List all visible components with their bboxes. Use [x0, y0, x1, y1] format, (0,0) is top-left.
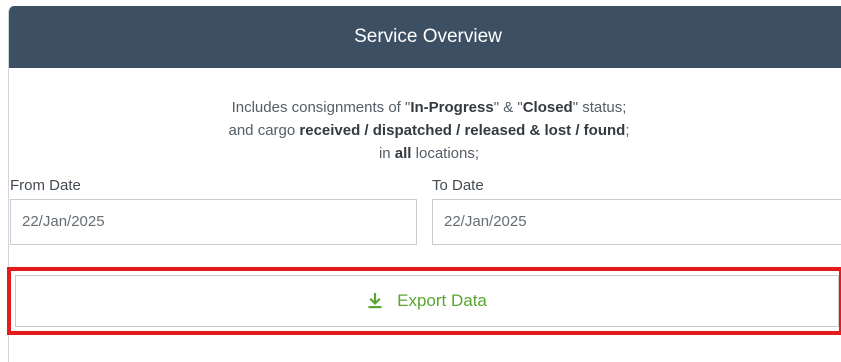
info-text-segment: in — [378, 145, 395, 162]
info-text-segment: " & " — [493, 99, 523, 116]
info-text-segment: ; — [625, 122, 630, 139]
to-date-label: To Date — [432, 177, 484, 194]
locations-scope: all — [394, 145, 412, 162]
from-date-group: From Date 22/Jan/2025 — [10, 176, 417, 245]
date-range: From Date 22/Jan/2025 To Date 22/Jan/202… — [10, 176, 841, 256]
to-date-input[interactable]: 22/Jan/2025 — [432, 199, 841, 245]
panel-header: Service Overview — [9, 6, 841, 68]
status-closed: Closed — [522, 99, 573, 116]
export-data-button[interactable]: Export Data — [15, 275, 839, 327]
info-text-segment: Includes consignments of " — [231, 99, 411, 116]
info-line-2: and cargo received / dispatched / releas… — [9, 119, 841, 142]
export-data-label: Export Data — [397, 291, 487, 310]
cargo-types: received / dispatched / released & lost … — [299, 122, 626, 139]
status-in-progress: In-Progress — [410, 99, 494, 116]
info-text: Includes consignments of "In-Progress" &… — [9, 96, 841, 165]
from-date-label: From Date — [10, 177, 81, 194]
to-date-group: To Date 22/Jan/2025 — [432, 176, 841, 245]
export-highlight-box: Export Data — [7, 267, 841, 335]
info-text-segment: locations; — [411, 145, 480, 162]
info-line-1: Includes consignments of "In-Progress" &… — [9, 96, 841, 119]
info-text-segment: and cargo — [228, 122, 300, 139]
info-text-segment: " status; — [572, 99, 627, 116]
from-date-input[interactable]: 22/Jan/2025 — [10, 199, 417, 245]
download-icon — [368, 293, 382, 309]
panel-title: Service Overview — [354, 26, 502, 47]
info-line-3: in all locations; — [9, 142, 841, 165]
